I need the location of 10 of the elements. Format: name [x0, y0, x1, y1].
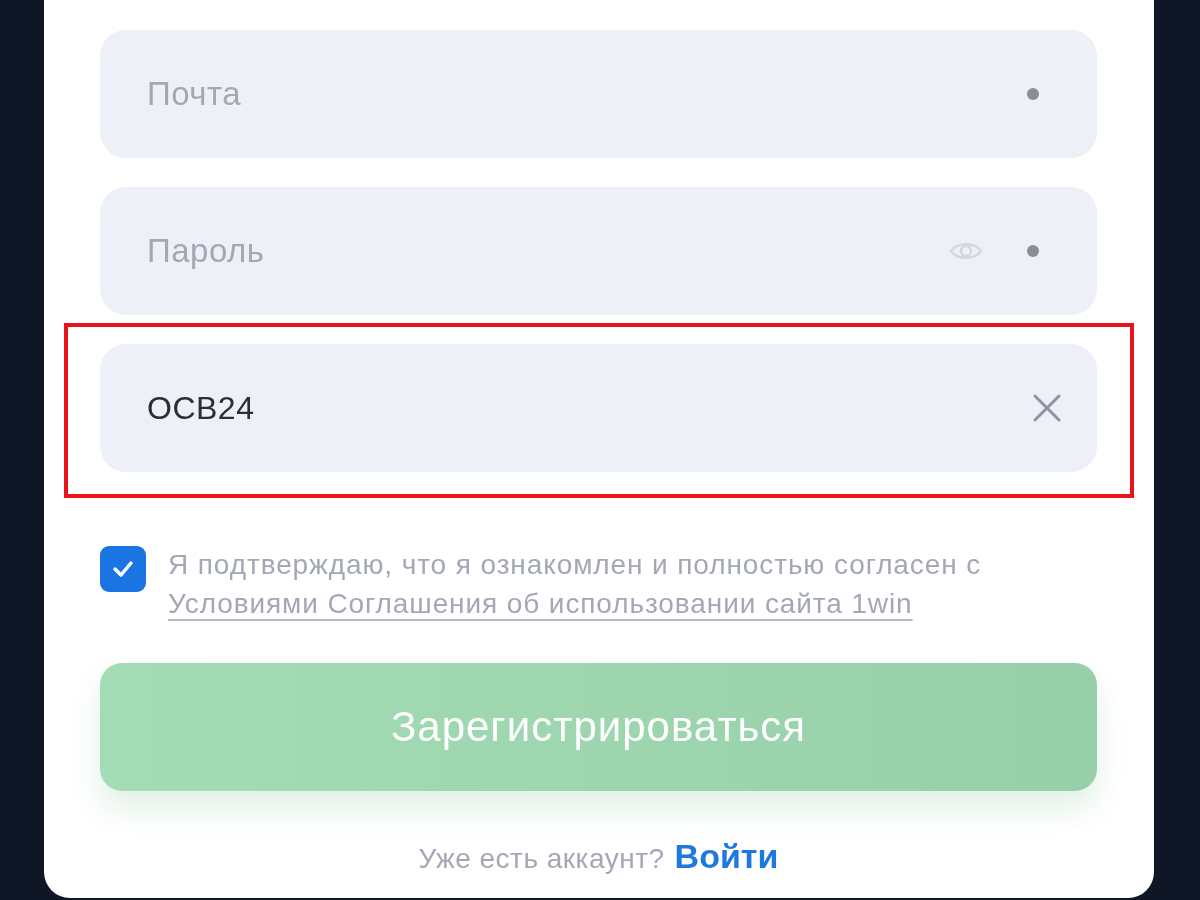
consent-text: Я подтверждаю, что я ознакомлен и полностью согласен с Условиями Соглашения об использовании сайта 1win [168, 548, 983, 621]
input-field[interactable]: OCB24 [100, 344, 1097, 472]
clear-icon[interactable] [1033, 394, 1061, 422]
input-field[interactable]: Пароль [100, 187, 1097, 315]
account-prompt: Уже есть аккаунт? [418, 843, 665, 875]
login-link[interactable]: Войти [674, 837, 779, 876]
terms-link[interactable]: Условиями Соглашения об использовании сайта 1win [168, 588, 913, 619]
input-field[interactable]: Почта [100, 30, 1097, 158]
checkmark-icon [111, 559, 135, 579]
checkbox[interactable] [100, 546, 146, 592]
